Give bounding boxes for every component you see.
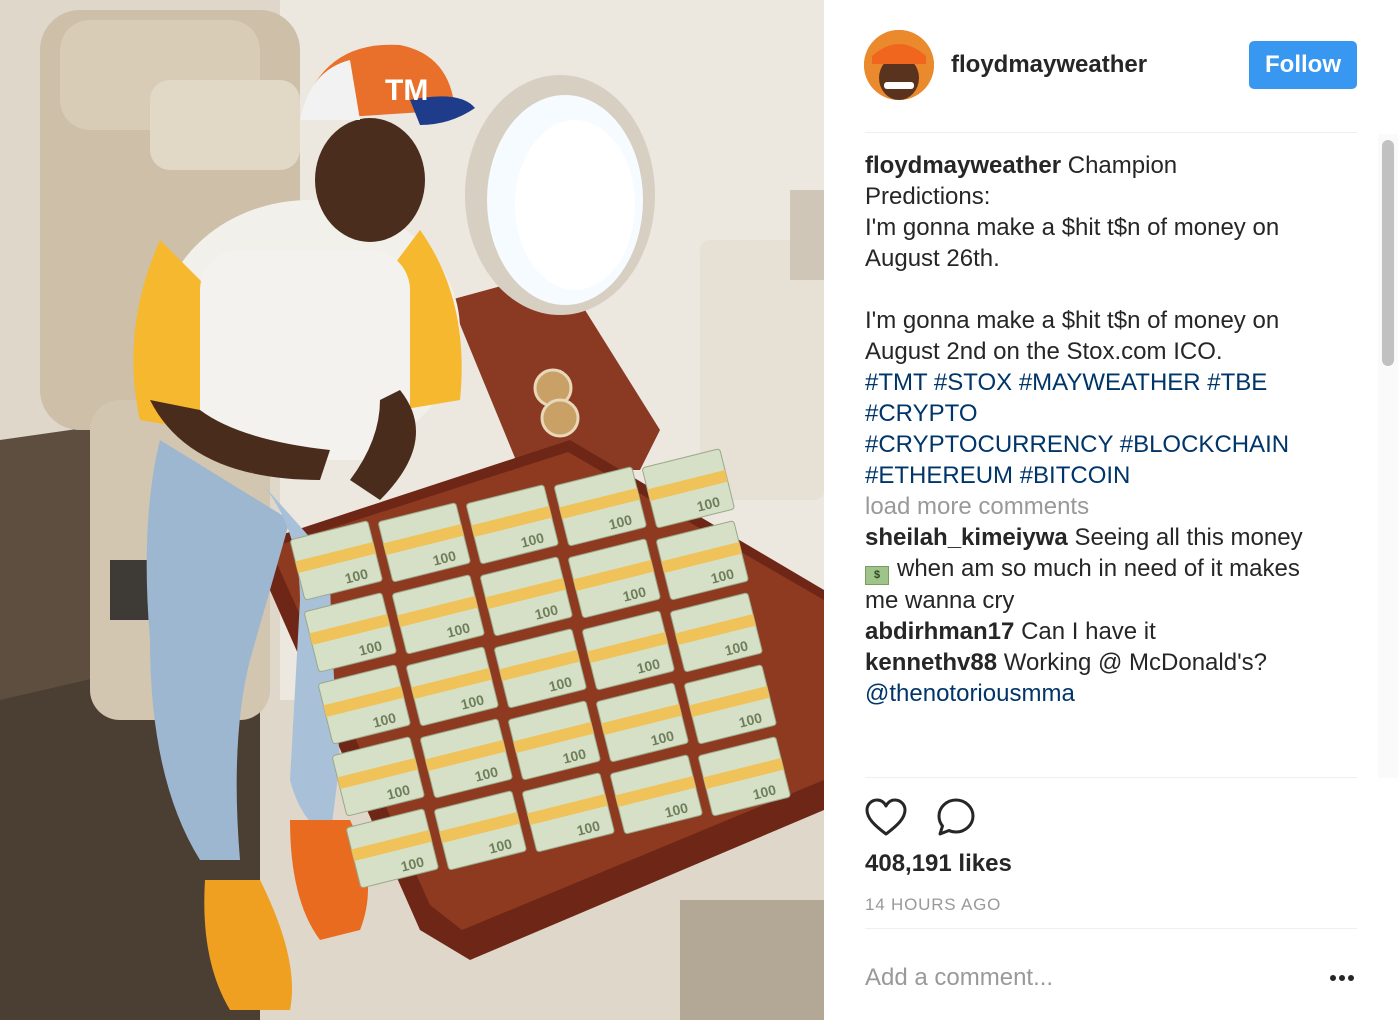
- comment-icon[interactable]: [934, 796, 978, 840]
- post-side-panel: floydmayweather Follow floydmayweather C…: [824, 0, 1400, 1020]
- hashtag-line[interactable]: #ETHEREUM #BITCOIN: [865, 462, 1130, 489]
- cap-logo-text: TM: [385, 74, 428, 107]
- comment-username[interactable]: kennethv88: [865, 649, 997, 676]
- comment-username[interactable]: sheilah_kimeiywa: [865, 524, 1068, 551]
- avatar[interactable]: [864, 30, 934, 100]
- comment-item: sheilah_kimeiywa Seeing all this money $…: [865, 522, 1341, 616]
- photo-illustration: TM 1001001001001001001001001001001001001…: [0, 0, 824, 1020]
- comment-item: abdirhman17 Can I have it: [865, 616, 1341, 647]
- header-divider: [865, 132, 1357, 133]
- caption-line-1: Champion: [1067, 152, 1178, 179]
- caption-line-5: I'm gonna make a $hit t$n of money on: [865, 307, 1280, 334]
- caption-line-6: August 2nd on the Stox.com ICO.: [865, 338, 1223, 365]
- comment-item: kennethv88 Working @ McDonald's? @thenot…: [865, 647, 1341, 709]
- post-header: floydmayweather Follow: [824, 0, 1400, 132]
- comment-text: me wanna cry: [865, 587, 1015, 614]
- footer-divider: [865, 928, 1357, 929]
- comments-list: floydmayweather Champion Predictions: I'…: [865, 150, 1341, 778]
- post-timestamp[interactable]: 14 HOURS AGO: [865, 895, 1001, 915]
- hashtag-line[interactable]: #CRYPTO: [865, 400, 978, 427]
- caption-line-4: August 26th.: [865, 245, 1000, 272]
- add-comment-input[interactable]: [865, 962, 1285, 994]
- comment-text: Seeing all this money: [1074, 524, 1303, 551]
- comment-text: Working @ McDonald's?: [1003, 649, 1267, 676]
- caption: floydmayweather Champion Predictions: I'…: [865, 150, 1341, 367]
- comment-text: when am so much in need of it makes: [897, 555, 1300, 582]
- like-count[interactable]: 408,191 likes: [865, 850, 1012, 878]
- caption-hashtags: #TMT #STOX #MAYWEATHER #TBE #CRYPTO #CRY…: [865, 367, 1341, 491]
- follow-button[interactable]: Follow: [1249, 41, 1357, 89]
- load-more-comments[interactable]: load more comments: [865, 491, 1341, 522]
- comment-mention[interactable]: @thenotoriousmma: [865, 680, 1075, 707]
- caption-line-2: Predictions:: [865, 183, 991, 210]
- scrollbar-thumb[interactable]: [1382, 140, 1394, 366]
- header-username[interactable]: floydmayweather: [951, 51, 1147, 79]
- comments-scrollbar[interactable]: [1378, 134, 1398, 778]
- heart-icon[interactable]: [864, 796, 908, 840]
- avatar-image: [864, 30, 934, 100]
- caption-line-3: I'm gonna make a $hit t$n of money on: [865, 214, 1280, 241]
- comment-username[interactable]: abdirhman17: [865, 618, 1014, 645]
- hashtag-line[interactable]: #CRYPTOCURRENCY #BLOCKCHAIN: [865, 431, 1289, 458]
- more-options-icon[interactable]: [1328, 968, 1356, 988]
- comment-text: Can I have it: [1021, 618, 1156, 645]
- caption-username[interactable]: floydmayweather: [865, 152, 1061, 179]
- hashtag-line[interactable]: #TMT #STOX #MAYWEATHER #TBE: [865, 369, 1267, 396]
- money-emoji-icon: $: [865, 566, 889, 585]
- post-photo[interactable]: TM 100 100 100 100 100 100 100 100 100 100 100 100 1…: [0, 0, 824, 1020]
- comments-divider: [865, 777, 1357, 778]
